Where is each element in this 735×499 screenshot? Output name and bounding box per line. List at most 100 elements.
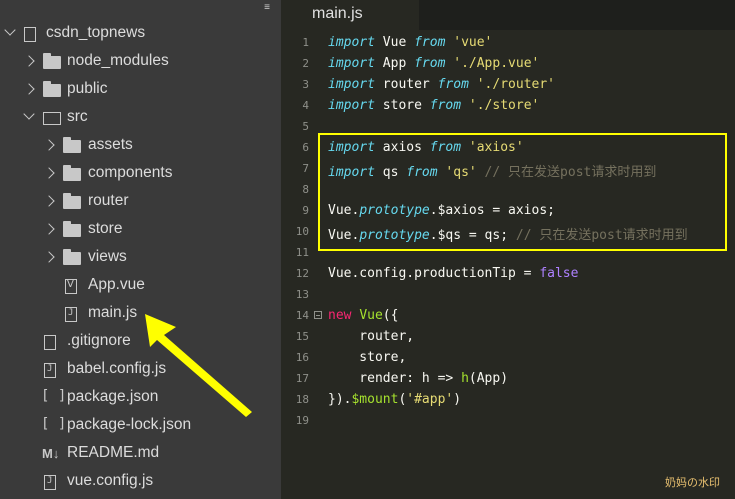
code-line: 19 <box>281 411 735 432</box>
line-number: 10 <box>295 225 309 238</box>
js-file-icon <box>65 307 77 322</box>
tree-item-views[interactable]: views <box>0 244 281 272</box>
tree-item-gitignore[interactable]: .gitignore <box>0 328 281 356</box>
line-number: 17 <box>295 372 309 385</box>
tree-item-label: .gitignore <box>67 332 131 349</box>
tree-item-label: App.vue <box>88 276 145 293</box>
code-text: new Vue({ <box>328 308 398 323</box>
tree-item-label: csdn_topnews <box>46 24 146 41</box>
code-line: 16 store, <box>281 348 735 369</box>
code-token: render: h => <box>328 371 462 386</box>
folder-icon <box>63 249 81 265</box>
line-number: 4 <box>302 99 309 112</box>
code-text: import store from './store' <box>328 98 539 113</box>
tree-item-node-modules[interactable]: node_modules <box>0 48 281 76</box>
tree-item-label: assets <box>88 136 133 153</box>
tree-item-vue-config[interactable]: vue.config.js <box>0 468 281 496</box>
code-text: render: h => h(App) <box>328 371 508 386</box>
line-number: 1 <box>302 36 309 49</box>
tree-item-router[interactable]: router <box>0 188 281 216</box>
code-token: new <box>328 308 352 323</box>
line-number: 19 <box>295 414 309 427</box>
code-line: 2 import App from './App.vue' <box>281 54 735 75</box>
line-number: 2 <box>302 57 309 70</box>
folder-icon <box>43 53 61 69</box>
folder-icon <box>63 221 81 237</box>
tree-item-main-js[interactable]: main.js <box>0 300 281 328</box>
line-number: 12 <box>295 267 309 280</box>
tree-item-label: vue.config.js <box>67 472 154 489</box>
line-number: 9 <box>302 204 309 217</box>
tree-item-label: router <box>88 192 129 209</box>
tree-item-package-json[interactable]: [ ] package.json <box>0 384 281 412</box>
code-line: 17 render: h => h(App) <box>281 369 735 390</box>
tree-item-label: public <box>67 80 108 97</box>
line-number: 6 <box>302 141 309 154</box>
chevron-right-icon <box>43 195 55 207</box>
tree-item-label: store <box>88 220 123 237</box>
chevron-right-icon <box>43 167 55 179</box>
tree-item-babel-config[interactable]: babel.config.js <box>0 356 281 384</box>
chevron-right-icon <box>23 83 35 95</box>
chevron-down-icon <box>23 108 35 120</box>
file-icon <box>44 335 56 350</box>
code-line: 13 <box>281 285 735 306</box>
code-line: 3 import router from './router' <box>281 75 735 96</box>
code-token: router <box>374 77 438 92</box>
line-number: 14 <box>295 309 309 322</box>
line-number: 3 <box>302 78 309 91</box>
vue-file-icon <box>65 279 77 294</box>
code-token: Vue <box>374 35 415 50</box>
code-token: ) <box>453 392 462 407</box>
tab-main-js[interactable]: main.js <box>281 0 419 30</box>
code-token: import <box>328 56 375 71</box>
tree-root-folder[interactable]: csdn_topnews <box>0 20 281 48</box>
code-token: Vue <box>359 308 383 323</box>
code-line: 12 Vue.config.productionTip = false <box>281 264 735 285</box>
tree-item-src[interactable]: src <box>0 104 281 132</box>
tree-item-package-lock-json[interactable]: [ ] package-lock.json <box>0 412 281 440</box>
code-token: store <box>374 98 430 113</box>
code-token: './router' <box>476 77 556 92</box>
code-token: './store' <box>468 98 540 113</box>
code-token: from <box>414 35 446 50</box>
code-line: 1 import Vue from 'vue' <box>281 33 735 54</box>
line-number: 7 <box>302 162 309 175</box>
tree-item-label: views <box>88 248 127 265</box>
line-number: 13 <box>295 288 309 301</box>
code-line: 15 router, <box>281 327 735 348</box>
fold-toggle-icon[interactable] <box>314 311 322 319</box>
tree-item-app-vue[interactable]: App.vue <box>0 272 281 300</box>
line-number: 18 <box>295 393 309 406</box>
hamburger-icon[interactable]: ≡ <box>262 3 272 13</box>
tree-item-label: components <box>88 164 173 181</box>
chevron-down-icon <box>4 24 16 36</box>
code-token: (App) <box>468 371 509 386</box>
code-text: import App from './App.vue' <box>328 56 539 71</box>
tree-item-assets[interactable]: assets <box>0 132 281 160</box>
folder-icon <box>43 81 61 97</box>
project-icon <box>24 27 36 42</box>
code-token: '#app' <box>406 392 454 407</box>
tree-item-label: src <box>67 108 88 125</box>
code-token: Vue.config.productionTip = <box>328 266 540 281</box>
code-token: 'vue' <box>453 35 493 50</box>
code-line: 18 }).$mount('#app') <box>281 390 735 411</box>
tree-item-components[interactable]: components <box>0 160 281 188</box>
line-number: 5 <box>302 120 309 133</box>
tree-item-label: package.json <box>67 388 159 405</box>
highlight-annotation-box <box>318 133 727 251</box>
line-number: 11 <box>295 246 309 259</box>
tree-item-label: babel.config.js <box>67 360 167 377</box>
code-text: import router from './router' <box>328 77 555 92</box>
code-line: 14 new Vue({ <box>281 306 735 327</box>
tree-item-readme[interactable]: M↓ README.md <box>0 440 281 468</box>
chevron-right-icon <box>43 251 55 263</box>
code-text: Vue.config.productionTip = false <box>328 266 578 281</box>
code-token: './App.vue' <box>453 56 540 71</box>
tree-item-label: node_modules <box>67 52 169 69</box>
tree-item-store[interactable]: store <box>0 216 281 244</box>
folder-icon <box>63 137 81 153</box>
code-token: from <box>437 77 469 92</box>
tree-item-public[interactable]: public <box>0 76 281 104</box>
